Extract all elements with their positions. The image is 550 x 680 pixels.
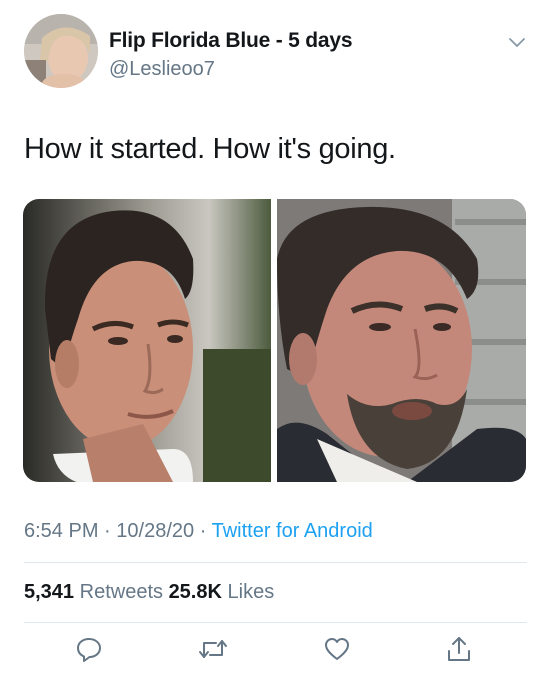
meta-separator: · (104, 520, 111, 542)
photo-after[interactable] (277, 199, 526, 482)
retweet-icon (198, 635, 228, 668)
likes-label: Likes (227, 581, 275, 603)
likes-count: 25.8K (168, 581, 222, 603)
retweets-stat[interactable]: 5,341 Retweets (24, 581, 163, 603)
like-button[interactable] (320, 634, 354, 668)
meta-separator: · (199, 520, 207, 542)
share-button[interactable] (442, 634, 476, 668)
tweet-time[interactable]: 6:54 PM (24, 520, 98, 542)
divider (24, 622, 527, 623)
share-icon (445, 635, 473, 668)
avatar[interactable] (24, 14, 98, 88)
tweet-media[interactable] (23, 199, 526, 482)
reply-icon (75, 635, 103, 668)
divider (24, 562, 527, 563)
reply-button[interactable] (72, 634, 106, 668)
chevron-down-icon[interactable] (508, 36, 526, 50)
likes-stat[interactable]: 25.8K Likes (169, 581, 275, 603)
tweet-text: How it started. How it's going. (24, 133, 396, 165)
tweet-timestamp: 6:54 PM · 10/28/20 · Twitter for Android (24, 520, 373, 543)
retweet-button[interactable] (196, 634, 230, 668)
heart-icon (323, 635, 351, 668)
photo-before[interactable] (23, 199, 271, 482)
retweets-count: 5,341 (24, 581, 75, 603)
author-handle[interactable]: @Leslieoo7 (109, 58, 215, 81)
author-name[interactable]: Flip Florida Blue - 5 days (109, 29, 353, 53)
engagement-stats: 5,341 Retweets 25.8K Likes (24, 581, 274, 604)
retweets-label: Retweets (79, 581, 163, 603)
tweet-source-link[interactable]: Twitter for Android (212, 520, 373, 542)
tweet-date[interactable]: 10/28/20 (116, 520, 194, 542)
